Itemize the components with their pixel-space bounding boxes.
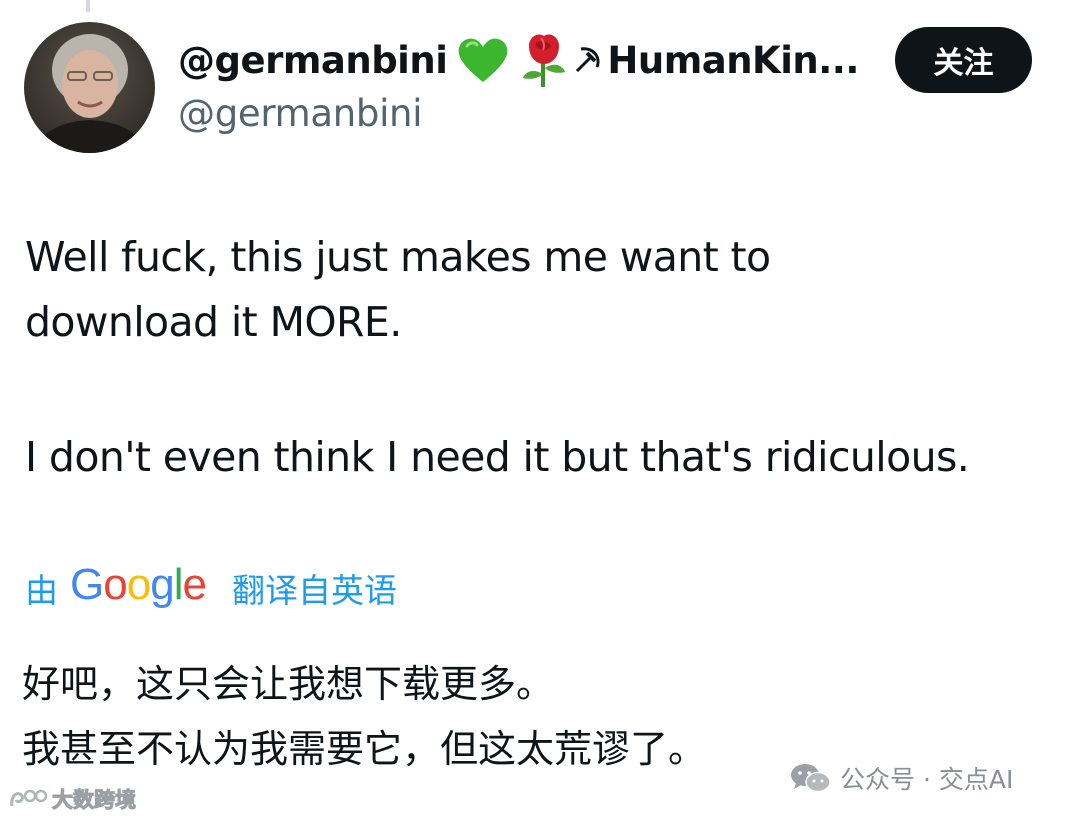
green-heart-icon — [457, 36, 509, 84]
author-name-tail[interactable]: HumanKin... — [607, 39, 859, 82]
avatar-photo — [24, 22, 155, 153]
svg-text:Google: Google — [70, 561, 206, 609]
brand-watermark: 大数跨境 — [8, 784, 137, 814]
google-logo: Google — [70, 561, 220, 615]
wechat-icon — [790, 761, 832, 795]
brand-logo-icon — [8, 786, 48, 812]
hammer-sickle-icon — [573, 45, 603, 75]
thread-connector-line — [86, 0, 90, 12]
wechat-watermark: 公众号 · 交点AI — [790, 760, 1013, 796]
author-display-name[interactable]: @germanbini — [178, 39, 448, 82]
avatar[interactable] — [24, 22, 155, 153]
tweet-line: download it MORE. — [25, 298, 402, 346]
tweet-line: Well fuck, this just makes me want to — [25, 233, 771, 281]
tweet-line: I don't even think I need it but that's … — [25, 433, 970, 481]
tweet-text: Well fuck, this just makes me want to do… — [25, 225, 1065, 490]
tweet-header: @germanbini HumanKin... @germanbini — [178, 30, 898, 135]
author-name-row[interactable]: @germanbini HumanKin... — [178, 30, 898, 90]
translate-by-label: 由 — [25, 571, 58, 610]
translation-attribution[interactable]: 由 Google 翻译自英语 — [25, 558, 397, 618]
wechat-watermark-text: 公众号 · 交点AI — [840, 765, 1014, 794]
rose-icon — [519, 32, 569, 88]
translated-from-english-label[interactable]: 翻译自英语 — [232, 564, 397, 612]
follow-button[interactable]: 关注 — [895, 27, 1032, 93]
translated-line: 好吧，这只会让我想下载更多。 — [22, 662, 555, 706]
author-handle[interactable]: @germanbini — [178, 92, 898, 135]
brand-watermark-text: 大数跨境 — [52, 788, 137, 813]
